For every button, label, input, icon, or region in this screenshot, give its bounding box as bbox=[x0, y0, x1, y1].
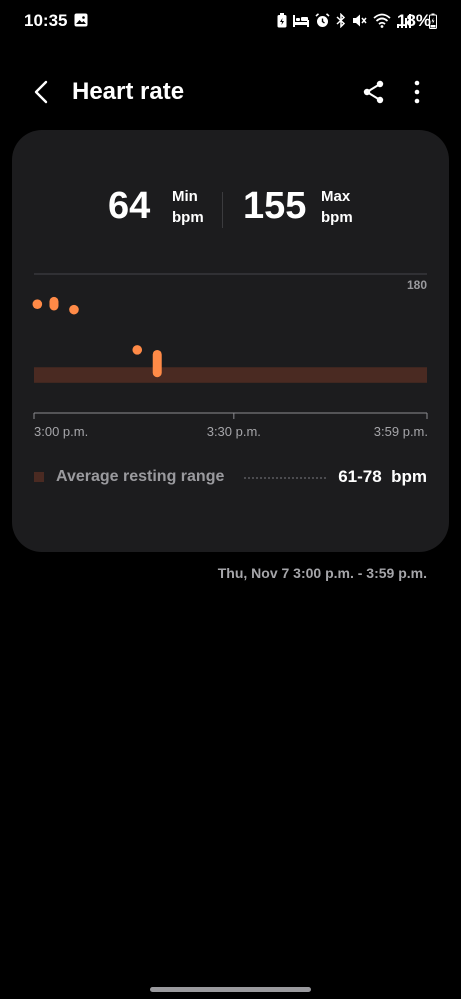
gallery-icon bbox=[74, 13, 88, 32]
heart-rate-card: 64 Min bpm 155 Max bpm 180 3:00 p.m. 3:30 … bbox=[12, 130, 449, 552]
resting-range-legend: Average resting range 61-78 bpm bbox=[34, 467, 427, 488]
app-header: Heart rate bbox=[0, 70, 461, 114]
x-tick-label: 3:30 p.m. bbox=[207, 424, 261, 439]
home-indicator[interactable] bbox=[150, 987, 311, 992]
status-icons bbox=[277, 12, 411, 33]
legend-swatch bbox=[34, 472, 44, 482]
back-button[interactable] bbox=[28, 78, 56, 106]
x-tick-label: 3:59 p.m. bbox=[374, 424, 428, 439]
battery-icon bbox=[429, 13, 437, 34]
wifi-icon bbox=[373, 13, 391, 33]
heart-rate-point bbox=[32, 299, 43, 309]
y-max-label: 180 bbox=[407, 278, 427, 292]
status-bar: 10:35 18% bbox=[0, 0, 461, 44]
battery-saver-icon bbox=[277, 13, 287, 33]
chevron-left-icon bbox=[34, 80, 48, 104]
heart-rate-point bbox=[69, 304, 79, 315]
legend-leader-dots bbox=[244, 477, 326, 479]
share-icon bbox=[363, 80, 384, 104]
legend-value: 61-78 bpm bbox=[338, 467, 427, 486]
more-vert-icon bbox=[414, 80, 420, 104]
x-tick-label: 3:00 p.m. bbox=[34, 424, 88, 439]
sleep-icon bbox=[293, 14, 309, 32]
date-range: Thu, Nov 7 3:00 p.m. - 3:59 p.m. bbox=[217, 565, 427, 581]
heart-rate-chart: 180 3:00 p.m. 3:30 p.m. 3:59 p.m. bbox=[32, 273, 428, 439]
heart-rate-screen: 10:35 18% Heart rate 64 Min bpm 155 Max … bbox=[0, 0, 461, 999]
page-title: Heart rate bbox=[72, 78, 185, 105]
heart-rate-point bbox=[132, 345, 143, 355]
status-time: 10:35 bbox=[24, 11, 68, 30]
legend-label: Average resting range bbox=[56, 468, 225, 485]
alarm-icon bbox=[315, 13, 330, 33]
more-options-button[interactable] bbox=[406, 79, 428, 105]
bluetooth-icon bbox=[336, 12, 346, 33]
mute-icon bbox=[352, 13, 367, 33]
share-button[interactable] bbox=[361, 79, 387, 105]
resting-range-band bbox=[34, 367, 427, 383]
battery-percent: 18% bbox=[396, 11, 431, 30]
